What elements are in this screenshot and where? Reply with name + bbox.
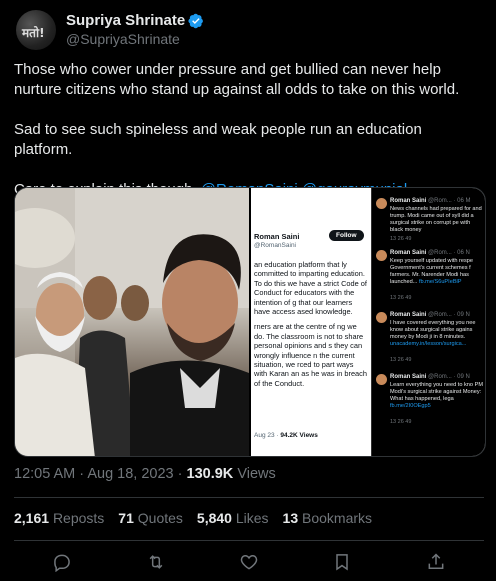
screenshot-post-name: Roman Saini @Rom... · 09 N	[390, 312, 470, 318]
tweet: मतो! Supriya Shrinate @SupriyaShrinate T…	[0, 0, 496, 581]
like-icon	[240, 554, 258, 570]
engagement-stats: 2,161 Reposts 71 Quotes 5,840 Likes 13 B…	[14, 510, 386, 526]
author-handle[interactable]: @SupriyaShrinate	[66, 31, 180, 47]
author-name[interactable]: Supriya Shrinate	[66, 12, 185, 29]
tweet-paragraph-2: Sad to see such spineless and weak peopl…	[14, 121, 422, 158]
like-button[interactable]	[237, 550, 261, 574]
screenshot-post-stats: 13 26 49	[390, 419, 412, 425]
screenshot-timeline: Roman Saini @Rom... · 06 M News channels…	[371, 188, 485, 456]
screenshot-post-stats: 13 26 49	[390, 295, 412, 301]
screenshot-post-stats: 13 26 49	[390, 236, 412, 242]
quotes-stat[interactable]: 71 Quotes	[118, 510, 183, 526]
divider	[14, 497, 484, 498]
screenshot-post-text: News channels had prepared for and trump…	[390, 206, 482, 233]
screenshot-name: Roman Saini	[254, 232, 300, 241]
screenshot-date: Aug 23 ·	[254, 432, 279, 439]
tweet-paragraph-1: Those who cower under pressure and get b…	[14, 61, 460, 98]
screenshot-post-stats: 13 26 49	[390, 357, 412, 363]
tweet-timestamp: 12:05 AM · Aug 18, 2023 · 130.9K Views	[14, 466, 276, 482]
avatar[interactable]: मतो!	[16, 10, 56, 50]
media-grid: Roman Saini @RomanSaini Follow an educat…	[14, 187, 486, 457]
bookmark-icon	[336, 554, 348, 571]
selfie-illustration	[15, 188, 249, 456]
tweet-text: Those who cower under pressure and get b…	[14, 60, 484, 200]
share-button[interactable]	[424, 550, 448, 574]
screenshot-post-name: Roman Saini @Rom... · 06 N	[390, 250, 470, 256]
screenshot-post-avatar	[376, 198, 387, 209]
avatar-text: मतो!	[22, 26, 45, 40]
tweet-screenshot[interactable]: Roman Saini @RomanSaini Follow an educat…	[251, 188, 485, 456]
screenshot-body-1: an education platform that ly committed …	[254, 260, 367, 317]
screenshot-post-text: I have covered everything you nee know a…	[390, 320, 476, 347]
views-label: Views	[237, 466, 276, 482]
screenshot-post-avatar	[376, 250, 387, 261]
divider	[14, 540, 484, 541]
screenshot-meta: Aug 23 · 94.2K Views	[254, 432, 318, 439]
verified-badge-icon	[188, 13, 204, 28]
screenshot-post-name: Roman Saini @Rom... · 09 N	[390, 374, 470, 380]
views-count: 130.9K	[186, 466, 234, 482]
likes-stat[interactable]: 5,840 Likes	[197, 510, 269, 526]
reposts-stat[interactable]: 2,161 Reposts	[14, 510, 104, 526]
selfie-photo[interactable]	[15, 188, 249, 456]
share-icon	[428, 553, 444, 569]
repost-icon	[149, 555, 163, 569]
screenshot-post-avatar	[376, 312, 387, 323]
screenshot-post-text: Learn everything you need to kno PM Modi…	[390, 382, 483, 409]
bookmark-button[interactable]	[330, 550, 354, 574]
reply-icon	[54, 554, 70, 572]
screenshot-body-2: rners are at the centre of ng we do. The…	[254, 322, 367, 388]
tweet-header: मतो! Supriya Shrinate @SupriyaShrinate	[16, 10, 486, 50]
screenshot-post-text: Keep yourself updated with respe Governm…	[390, 258, 474, 285]
bookmarks-stat[interactable]: 13 Bookmarks	[283, 510, 373, 526]
repost-button[interactable]	[144, 550, 168, 574]
screenshot-main-post: Roman Saini @RomanSaini Follow an educat…	[251, 188, 371, 456]
reply-button[interactable]	[50, 550, 74, 574]
author-name-row[interactable]: Supriya Shrinate	[66, 12, 204, 29]
action-bar	[14, 550, 484, 574]
screenshot-views: 94.2K Views	[280, 432, 318, 439]
screenshot-follow-button: Follow	[329, 230, 364, 241]
screenshot-handle: @RomanSaini	[254, 242, 297, 249]
screenshot-post-name: Roman Saini @Rom... · 06 M	[390, 198, 471, 204]
screenshot-post-avatar	[376, 374, 387, 385]
screenshot-body: an education platform that ly committed …	[254, 260, 368, 394]
timestamp-time[interactable]: 12:05 AM · Aug 18, 2023 ·	[14, 466, 182, 482]
